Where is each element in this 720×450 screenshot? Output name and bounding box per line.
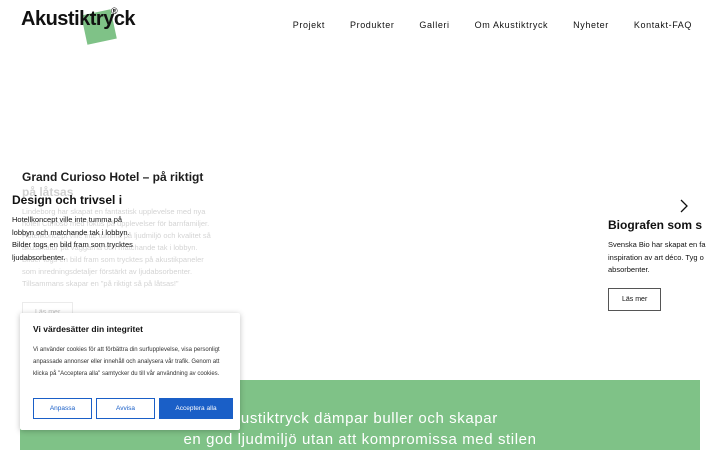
main-nav: Projekt Produkter Galleri Om Akustiktryc… [268,20,692,30]
cookie-button-row: Anpassa Avvisa Acceptera alla [33,398,233,419]
slide-right-read-more-button[interactable]: Läs mer [608,287,662,311]
slide-right-title: Biografen som s [608,218,703,232]
nav-galleri[interactable]: Galleri [419,20,449,30]
nav-om-akustiktryck[interactable]: Om Akustiktryck [475,20,549,30]
customize-button[interactable]: Anpassa [33,398,92,419]
cookie-title: Vi värdesätter din integritet [33,324,143,334]
accept-all-button[interactable]: Acceptera alla [159,398,233,419]
cookie-text: Vi använder cookies för att förbättra di… [33,347,220,377]
chevron-right-icon[interactable] [678,198,690,214]
slide-main-title: Design och trivsel i [12,193,123,207]
logo-registered-mark: ® [111,6,118,16]
nav-produkter[interactable]: Produkter [350,20,394,30]
cookie-consent-dialog: Vi värdesätter din integritet Vi använde… [20,313,240,430]
nav-kontakt-faq[interactable]: Kontakt-FAQ [634,20,692,30]
slide-right: Biografen som s Svenska Bio har skapat e… [608,218,720,311]
slide-main: Design och trivsel i Hotellkoncept ville… [12,193,222,264]
nav-nyheter[interactable]: Nyheter [573,20,609,30]
slide-main-text: Hotellkoncept ville inte tumma på lobbyn… [12,215,133,262]
project-slider: Grand Curioso Hotel – på riktigt på låtsa… [0,160,720,320]
banner-line-2: en god ljudmiljö utan att kompromissa me… [183,431,537,448]
logo[interactable]: Akustiktryck ® [21,6,136,45]
nav-projekt[interactable]: Projekt [293,20,325,30]
slide-right-text: Svenska Bio har skapat en fa inspiration… [608,240,706,274]
reject-button[interactable]: Avvisa [96,398,155,419]
